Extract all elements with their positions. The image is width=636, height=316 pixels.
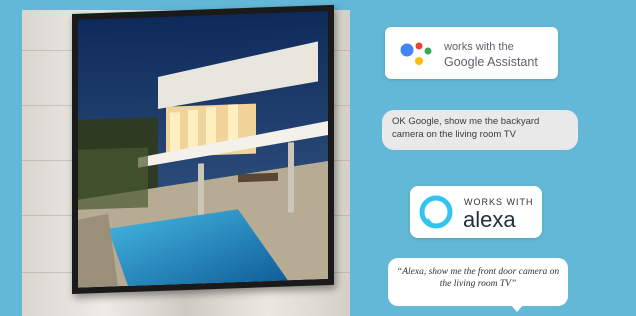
google-assistant-icon (400, 42, 432, 65)
ga-works-with-text: works with the (444, 41, 514, 53)
backyard-camera-image (78, 11, 328, 288)
alexa-voice-command-text: “Alexa, show me the front door camera on… (396, 267, 560, 289)
alexa-voice-command-bubble: “Alexa, show me the front door camera on… (388, 258, 568, 306)
wall-mounted-tv (72, 4, 334, 294)
google-voice-command-bubble: OK Google, show me the backyard camera o… (382, 110, 578, 150)
speech-bubble-tail (510, 304, 524, 312)
ga-google-assistant-text: Google Assistant (444, 55, 538, 69)
tv-screen (78, 11, 328, 288)
alexa-wordmark: alexa (463, 207, 516, 232)
alexa-ring-icon (419, 195, 453, 229)
google-voice-command-text: OK Google, show me the backyard camera o… (392, 116, 540, 140)
google-assistant-badge: works with the Google Assistant (385, 27, 558, 79)
alexa-badge: WORKS WITH alexa (410, 186, 542, 238)
alexa-works-with-text: WORKS WITH (464, 197, 534, 207)
